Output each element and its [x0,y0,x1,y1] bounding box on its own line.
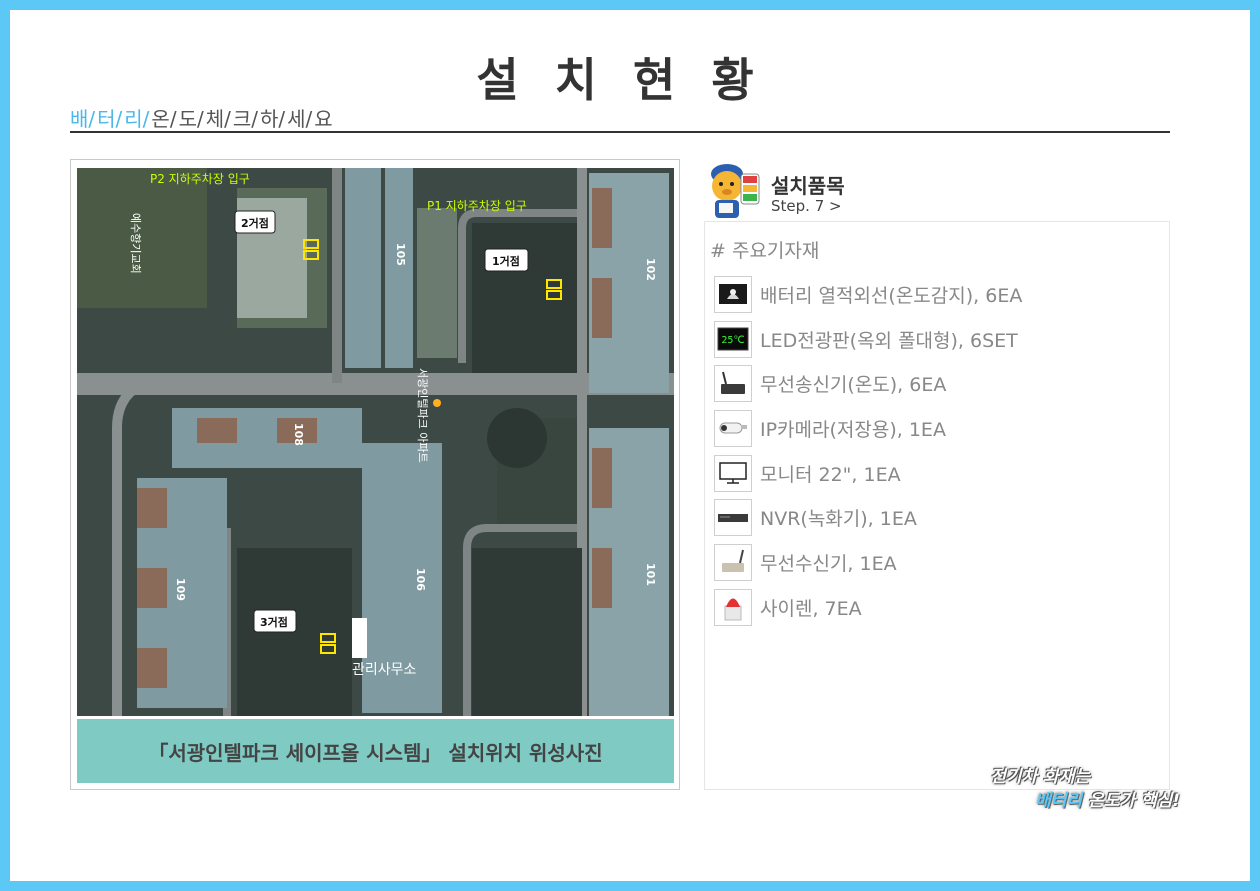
equipment-label: 무선수신기, 1EA [760,552,897,575]
bldg-label: 106 [414,568,427,591]
list-item: 사이렌, 7EA [714,585,1022,630]
equipment-label: 사이렌, 7EA [760,597,862,620]
map-caption: 「서광인텔파크 세이프올 시스템」 설치위치 위성사진 [77,719,674,783]
subnav-item: 세/ [287,107,313,131]
section-title: 설치품목 [771,174,845,198]
slogan-line-1: 전기차 화재는 [990,767,1090,787]
bldg-label: 109 [174,578,187,601]
subnav-item: 온/ [151,107,177,131]
subnav-item: 체/ [205,107,231,131]
led-display-icon: 25℃ [714,320,752,358]
page-title: 설 치 현 황 [476,53,764,107]
list-item: IP카메라(저장용), 1EA [714,406,1022,451]
church-label: 예수향기교회 [129,213,142,274]
slogan: 전기차 화재는 배터리 온도가 핵심! [930,765,1180,813]
wireless-transmitter-icon [714,365,752,403]
list-item: 25℃ LED전광판(옥외 폴대형), 6SET [714,317,1022,362]
map-label-p2: P2 지하주차장 입구 [150,172,250,186]
subnav-item: 터/ [97,107,123,131]
title-divider [70,131,1170,133]
subnav-item: 요 [314,107,333,131]
apt-name-label: 서광인텔파크 아파트 [416,368,429,463]
mascot-icon [705,160,763,222]
subnav-item: 도/ [178,107,204,131]
map-card: P2 지하주차장 입구 P1 지하주차장 입구 2거점 1거점 3거점 105 [70,159,680,790]
ip-camera-icon [714,409,752,447]
equipment-label: 배터리 열적외선(온도감지), 6EA [760,284,1023,307]
slogan-line-2: 배터리 온도가 핵심! [930,789,1180,813]
site-label-2: 2거점 [241,216,269,230]
equipment-label: 모니터 22", 1EA [760,463,901,486]
siren-icon [714,588,752,626]
equipment-panel: # 주요기자재 배터리 열적외선(온도감지), 6EA 25℃ LED전광판(옥… [704,221,1170,790]
equipment-label: 무선송신기(온도), 6EA [760,374,947,397]
bldg-label: 102 [644,258,657,281]
slogan-highlight: 배터리 [1035,791,1083,811]
list-item: 무선송신기(온도), 6EA [714,361,1022,406]
slogan-rest: 온도가 핵심! [1082,791,1180,811]
subnav-item: 배/ [70,107,96,131]
list-item: 무선수신기, 1EA [714,540,1022,585]
bldg-label: 105 [394,243,407,266]
site-label-1: 1거점 [492,254,520,268]
subnav-item: 하/ [259,107,286,131]
equipment-list: 배터리 열적외선(온도감지), 6EA 25℃ LED전광판(옥외 폴대형), … [714,272,1022,630]
nvr-icon [714,499,752,537]
bldg-label: 101 [644,563,657,586]
thermal-camera-icon [714,275,752,313]
led-display-text: 25℃ [721,335,744,346]
map-label-p1: P1 지하주차장 입구 [427,199,527,213]
wireless-receiver-icon [714,543,752,581]
equipment-label: LED전광판(옥외 폴대형), 6SET [760,329,1018,352]
list-item: NVR(녹화기), 1EA [714,495,1022,540]
satellite-map-image: P2 지하주차장 입구 P1 지하주차장 입구 2거점 1거점 3거점 105 [77,168,674,716]
office-label: 관리사무소 [352,662,417,678]
equipment-label: NVR(녹화기), 1EA [760,508,917,531]
step-indicator[interactable]: Step. 7 > [771,197,842,215]
site-label-3: 3거점 [260,615,288,629]
list-item: 배터리 열적외선(온도감지), 6EA [714,272,1022,317]
list-item: 모니터 22", 1EA [714,451,1022,496]
location-pin-icon [433,399,441,407]
monitor-icon [714,454,752,492]
bldg-label: 108 [292,423,305,446]
subnav: 배/ 터/ 리/ 온/ 도/ 체/ 크/ 하/ 세/ 요 [70,103,335,132]
subnav-item: 리/ [124,107,150,131]
satellite-map: P2 지하주차장 입구 P1 지하주차장 입구 2거점 1거점 3거점 105 [77,168,674,716]
equipment-heading: # 주요기자재 [710,240,820,262]
equipment-label: IP카메라(저장용), 1EA [760,418,946,441]
subnav-item: 크/ [232,107,258,131]
